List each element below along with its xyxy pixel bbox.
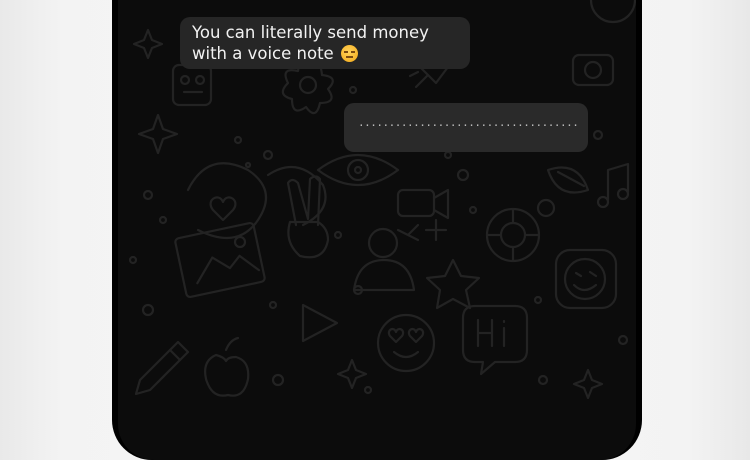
heart-hands-doodle	[186, 162, 327, 240]
pencil-doodle	[134, 340, 190, 396]
cross-doodle	[396, 223, 420, 242]
outgoing-message-bubble[interactable]: ........................................…	[344, 103, 588, 152]
outgoing-message-text: ........................................…	[358, 116, 578, 129]
sparkle-doodle	[137, 113, 179, 155]
person-doodle	[352, 227, 416, 292]
incoming-message-text: You can literally send money with a voic…	[192, 22, 462, 64]
unamused-face-emoji-icon	[340, 45, 358, 62]
phone-frame: You can literally send money with a voic…	[112, 0, 642, 460]
video-camera-doodle	[396, 188, 450, 220]
camera-doodle	[571, 53, 615, 87]
turtle-doodle	[485, 198, 556, 263]
leaf-doodle	[546, 166, 590, 194]
peace-hand-doodle	[286, 175, 330, 259]
hi-speech-bubble-doodle	[461, 304, 529, 376]
face-doodle	[589, 0, 636, 24]
image-frame-doodle	[174, 221, 266, 299]
incoming-message-body: You can literally send money with a voic…	[192, 23, 429, 63]
eye-doodle	[316, 153, 400, 187]
heart-eyes-doodle	[376, 313, 436, 373]
apple-doodle	[204, 336, 250, 397]
chat-screen[interactable]: You can literally send money with a voic…	[118, 0, 636, 460]
incoming-message-bubble[interactable]: You can literally send money with a voic…	[180, 17, 470, 69]
winking-face-doodle	[554, 248, 618, 310]
star-doodle	[425, 258, 481, 310]
play-doodle	[301, 303, 339, 343]
chat-wallpaper	[128, 0, 636, 400]
